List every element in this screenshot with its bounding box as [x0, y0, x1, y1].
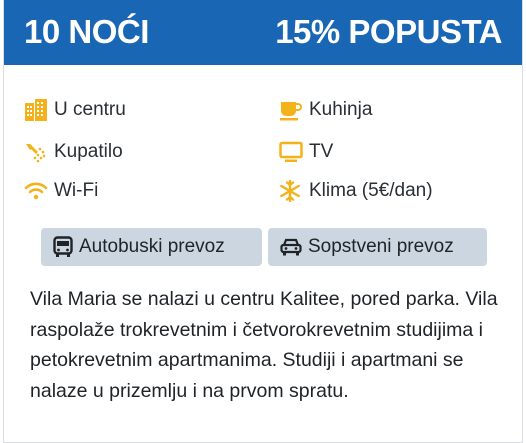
- discount-label: 15% POPUSTA: [275, 13, 502, 50]
- bus-icon: [53, 236, 73, 258]
- shower-icon: [24, 139, 50, 165]
- amenity-label: Kupatilo: [54, 141, 123, 162]
- amenity-label: U centru: [54, 99, 126, 120]
- amenity-label: Klima (5€/dan): [309, 180, 433, 201]
- coffee-cup-icon: [279, 97, 305, 123]
- offer-card: 10 NOĆI 15% POPUSTA U centru Kuhinja Kup…: [3, 0, 523, 443]
- amenity-tv: TV: [279, 139, 333, 165]
- amenity-wifi: Wi-Fi: [24, 178, 98, 204]
- tv-icon: [279, 139, 305, 165]
- own-transport-button[interactable]: Sopstveni prevoz: [268, 228, 487, 266]
- nights-label: 10 NOĆI: [24, 13, 149, 50]
- amenity-bathroom: Kupatilo: [24, 139, 123, 165]
- offer-description: Vila Maria se nalazi u centru Kalitee, p…: [30, 288, 498, 402]
- amenity-label: TV: [309, 141, 334, 162]
- building-icon: [24, 97, 50, 123]
- amenity-label: Wi-Fi: [54, 180, 99, 201]
- snowflake-icon: [279, 178, 305, 204]
- offer-header: 10 NOĆI 15% POPUSTA: [4, 0, 522, 65]
- amenity-kitchen: Kuhinja: [279, 97, 372, 123]
- amenity-ac: Klima (5€/dan): [279, 178, 433, 204]
- button-label: Autobuski prevoz: [79, 236, 225, 257]
- amenity-label: Kuhinja: [309, 99, 373, 120]
- wifi-icon: [24, 178, 50, 204]
- bus-transport-button[interactable]: Autobuski prevoz: [41, 228, 262, 266]
- button-label: Sopstveni prevoz: [308, 236, 454, 257]
- amenity-center: U centru: [24, 97, 126, 123]
- car-icon: [280, 237, 302, 257]
